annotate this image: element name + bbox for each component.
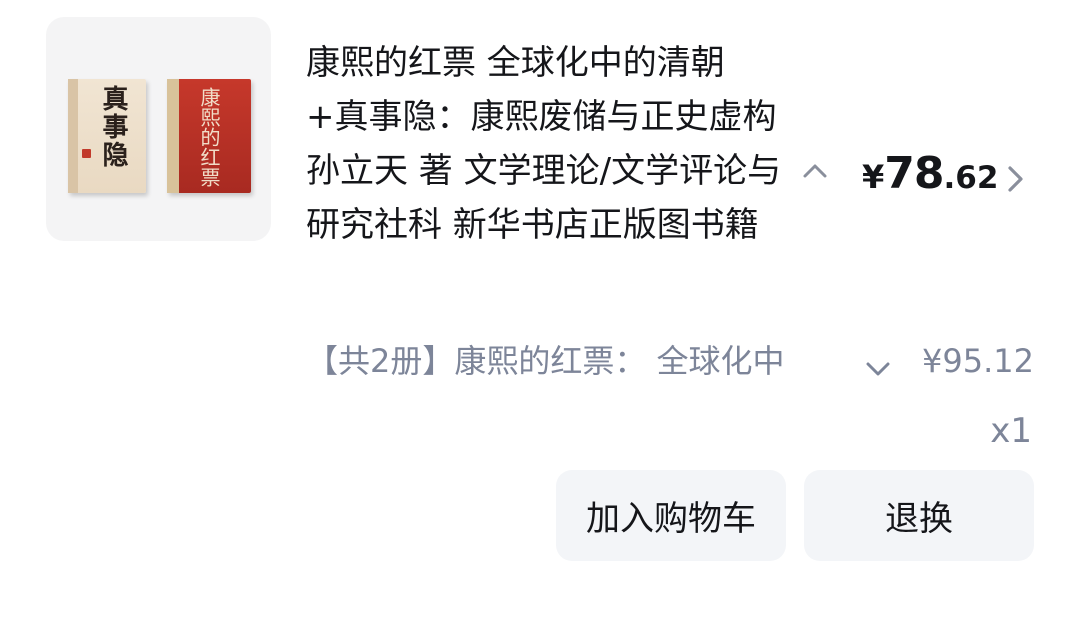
quantity-label: x1: [990, 411, 1032, 451]
product-thumbnail[interactable]: 真事隐 康熙的红票: [46, 17, 271, 241]
variant-price: ¥95.12: [922, 342, 1034, 380]
price-integer: 78: [884, 148, 944, 199]
variant-selector-label[interactable]: 【共2册】康熙的红票： 全球化中: [306, 337, 836, 385]
seal-stamp: [82, 149, 91, 158]
return-exchange-button[interactable]: 退换: [804, 470, 1034, 561]
chevron-right-icon[interactable]: [1004, 162, 1026, 196]
product-title[interactable]: 康熙的红票 全球化中的清朝+真事隐：康熙废储与正史虚构 孙立天 著 文学理论/文…: [306, 36, 782, 252]
chevron-up-icon[interactable]: [800, 158, 830, 182]
book-cover-title: 康熙的红票: [197, 87, 221, 187]
price-decimal: .62: [943, 160, 999, 196]
book-cover-left: 真事隐: [68, 79, 146, 193]
price-currency: ¥: [862, 158, 885, 196]
variant-text-fade: [790, 337, 838, 385]
order-item-card: 真事隐 康熙的红票 康熙的红票 全球化中的清朝+真事隐：康熙废储与正史虚构 孙立…: [0, 0, 1080, 626]
book-spine: [167, 79, 179, 193]
product-price: ¥78.62: [862, 148, 998, 199]
add-to-cart-button[interactable]: 加入购物车: [556, 470, 786, 561]
book-cover-title: 真事隐: [98, 85, 128, 169]
book-cover-right: 康熙的红票: [167, 79, 251, 193]
book-spine: [68, 79, 78, 193]
chevron-down-icon[interactable]: [863, 359, 893, 379]
